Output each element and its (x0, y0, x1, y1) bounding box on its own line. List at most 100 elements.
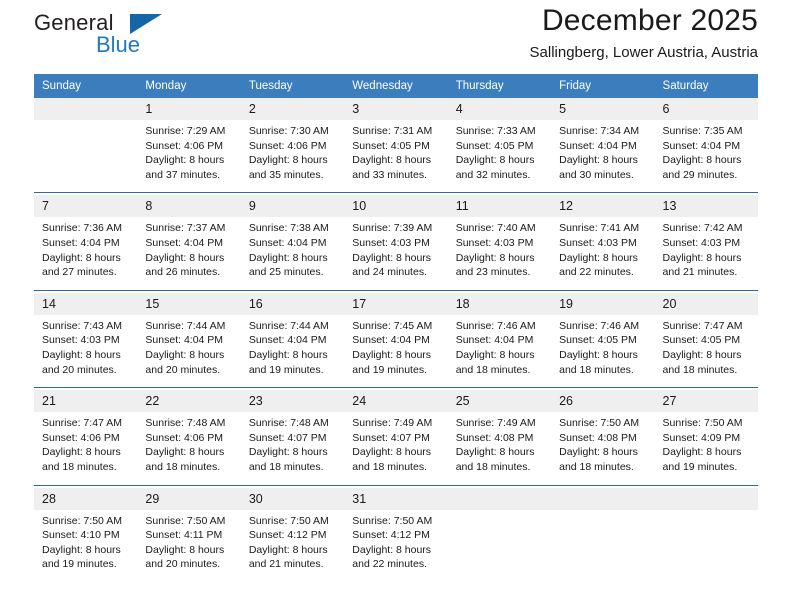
day-cell-4[interactable]: Sunrise: 7:33 AM Sunset: 4:05 PM Daylight:… (447, 120, 552, 193)
day-cell-10[interactable]: Sunrise: 7:39 AM Sunset: 4:03 PM Daylight:… (344, 217, 448, 291)
day-number-11: 11 (447, 195, 552, 218)
day-cell-17[interactable]: Sunrise: 7:45 AM Sunset: 4:04 PM Daylight:… (344, 314, 448, 388)
day-detail-row: Sunrise: 7:36 AM Sunset: 4:04 PM Daylight:… (34, 217, 758, 291)
day-cell-30[interactable]: Sunrise: 7:50 AM Sunset: 4:12 PM Daylight:… (240, 509, 345, 582)
day-info-line: and 32 minutes. (455, 168, 531, 181)
day-cell-5[interactable]: Sunrise: 7:34 AM Sunset: 4:04 PM Daylight:… (551, 120, 655, 193)
day-cell-7[interactable]: Sunrise: 7:36 AM Sunset: 4:04 PM Daylight:… (34, 217, 138, 291)
day-number-13: 13 (654, 195, 758, 218)
day-info-line: Daylight: 8 hours (42, 446, 121, 459)
day-info-line: Sunset: 4:04 PM (248, 236, 327, 249)
calendar-table: Sunday Monday Tuesday Wednesday Thursday Frid… (34, 74, 758, 582)
day-info-line: Sunrise: 7:38 AM (248, 222, 329, 235)
day-info-line: Sunrise: 7:48 AM (145, 417, 226, 430)
day-info-line: Sunrise: 7:37 AM (145, 222, 226, 235)
day-cell-14[interactable]: Sunrise: 7:43 AM Sunset: 4:03 PM Daylight:… (34, 314, 138, 388)
day-info-line: Sunrise: 7:46 AM (559, 319, 640, 332)
day-info-line: Sunset: 4:06 PM (145, 139, 224, 152)
day-info-line: Daylight: 8 hours (559, 446, 638, 459)
day-cell-6[interactable]: Sunrise: 7:35 AM Sunset: 4:04 PM Daylight:… (654, 120, 758, 193)
day-info-line: Sunrise: 7:35 AM (662, 125, 743, 137)
day-info-line: Sunset: 4:03 PM (42, 334, 120, 347)
triangle-icon (130, 14, 162, 34)
day-info-line: Sunset: 4:10 PM (42, 529, 120, 542)
day-cell-23[interactable]: Sunrise: 7:48 AM Sunset: 4:07 PM Daylight:… (240, 412, 345, 485)
day-cell-22[interactable]: Sunrise: 7:48 AM Sunset: 4:06 PM Daylight:… (137, 412, 241, 485)
day-info-line: and 26 minutes. (145, 266, 221, 279)
general-blue-logo[interactable]: General Blue (34, 6, 214, 64)
day-cell-16[interactable]: Sunrise: 7:44 AM Sunset: 4:04 PM Daylight:… (240, 314, 345, 388)
day-info-line: Sunset: 4:05 PM (559, 334, 637, 347)
day-info-line: and 22 minutes. (559, 266, 634, 279)
day-cell-9[interactable]: Sunrise: 7:38 AM Sunset: 4:04 PM Daylight:… (240, 217, 345, 291)
day-cell-28[interactable]: Sunrise: 7:50 AM Sunset: 4:10 PM Daylight:… (34, 509, 138, 582)
day-cell-31[interactable]: Sunrise: 7:50 AM Sunset: 4:12 PM Daylight:… (344, 509, 448, 582)
day-cell-26[interactable]: Sunrise: 7:50 AM Sunset: 4:08 PM Daylight:… (551, 412, 655, 485)
day-info-line: and 29 minutes. (662, 168, 738, 181)
day-info-line: Daylight: 8 hours (248, 543, 328, 556)
day-number-empty (34, 98, 138, 120)
day-number-1: 1 (137, 98, 241, 120)
day-info-line: Daylight: 8 hours (559, 348, 638, 361)
day-number-17: 17 (344, 292, 448, 315)
weekday-header-tuesday: Tuesday (240, 74, 345, 98)
day-number-empty (551, 487, 655, 510)
day-cell-25[interactable]: Sunrise: 7:49 AM Sunset: 4:08 PM Daylight:… (447, 412, 552, 485)
day-cell-empty (654, 509, 758, 582)
day-cell-20[interactable]: Sunrise: 7:47 AM Sunset: 4:05 PM Daylight:… (654, 314, 758, 388)
day-cell-3[interactable]: Sunrise: 7:31 AM Sunset: 4:05 PM Daylight:… (344, 120, 448, 193)
day-info-line: Sunrise: 7:42 AM (662, 222, 743, 235)
day-number-empty (447, 487, 552, 510)
day-info-line: Sunset: 4:09 PM (662, 431, 741, 444)
day-cell-24[interactable]: Sunrise: 7:49 AM Sunset: 4:07 PM Daylight:… (344, 412, 448, 485)
day-number-16: 16 (240, 292, 345, 315)
day-cell-13[interactable]: Sunrise: 7:42 AM Sunset: 4:03 PM Daylight:… (654, 217, 758, 291)
day-cell-15[interactable]: Sunrise: 7:44 AM Sunset: 4:04 PM Daylight:… (137, 314, 241, 388)
day-info-line: Sunrise: 7:50 AM (145, 514, 226, 527)
day-info-line: Sunset: 4:04 PM (248, 334, 327, 347)
day-cell-empty (34, 120, 138, 193)
day-info-line: Sunset: 4:06 PM (145, 431, 224, 444)
day-cell-19[interactable]: Sunrise: 7:46 AM Sunset: 4:05 PM Daylight:… (551, 314, 655, 388)
day-info-line: Sunset: 4:08 PM (559, 431, 637, 444)
day-cell-2[interactable]: Sunrise: 7:30 AM Sunset: 4:06 PM Daylight:… (240, 120, 345, 193)
day-info-line: Daylight: 8 hours (455, 348, 535, 361)
day-info-line: Daylight: 8 hours (352, 251, 432, 264)
day-info-line: Sunrise: 7:40 AM (455, 222, 536, 235)
day-cell-21[interactable]: Sunrise: 7:47 AM Sunset: 4:06 PM Daylight:… (34, 412, 138, 485)
day-info-line: and 18 minutes. (662, 363, 738, 376)
day-cell-empty (551, 509, 655, 582)
day-number-14: 14 (34, 292, 138, 315)
day-info-line: Daylight: 8 hours (352, 154, 432, 167)
day-info-line: Sunrise: 7:50 AM (248, 514, 329, 527)
day-cell-12[interactable]: Sunrise: 7:41 AM Sunset: 4:03 PM Daylight:… (551, 217, 655, 291)
day-info-line: Sunrise: 7:50 AM (559, 417, 640, 430)
day-number-18: 18 (447, 292, 552, 315)
day-detail-row: Sunrise: 7:29 AM Sunset: 4:06 PM Daylight:… (34, 120, 758, 193)
day-info-line: Daylight: 8 hours (352, 348, 432, 361)
day-info-line: and 37 minutes. (145, 168, 221, 181)
day-cell-8[interactable]: Sunrise: 7:37 AM Sunset: 4:04 PM Daylight:… (137, 217, 241, 291)
day-detail-row: Sunrise: 7:47 AM Sunset: 4:06 PM Daylight:… (34, 412, 758, 485)
day-cell-29[interactable]: Sunrise: 7:50 AM Sunset: 4:11 PM Daylight:… (137, 509, 241, 582)
day-cell-11[interactable]: Sunrise: 7:40 AM Sunset: 4:03 PM Daylight:… (447, 217, 552, 291)
day-number-10: 10 (344, 195, 448, 218)
day-info-line: and 19 minutes. (662, 460, 738, 473)
day-info-line: Daylight: 8 hours (248, 348, 328, 361)
day-info-line: Daylight: 8 hours (42, 348, 121, 361)
weekday-header-sunday: Sunday (34, 74, 138, 98)
day-number-7: 7 (34, 195, 138, 218)
day-info-line: Daylight: 8 hours (248, 154, 328, 167)
day-number-row: 21 22 23 24 25 26 27 (34, 390, 758, 413)
day-info-line: Daylight: 8 hours (455, 251, 535, 264)
day-info-line: Sunset: 4:06 PM (248, 139, 327, 152)
day-cell-1[interactable]: Sunrise: 7:29 AM Sunset: 4:06 PM Daylight:… (137, 120, 241, 193)
day-cell-27[interactable]: Sunrise: 7:50 AM Sunset: 4:09 PM Daylight:… (654, 412, 758, 485)
day-info-line: and 18 minutes. (42, 460, 117, 473)
day-number-25: 25 (447, 390, 552, 413)
day-cell-18[interactable]: Sunrise: 7:46 AM Sunset: 4:04 PM Daylight:… (447, 314, 552, 388)
page-subtitle: Sallingberg, Lower Austria, Austria (529, 44, 758, 61)
day-info-line: Sunset: 4:06 PM (42, 431, 120, 444)
day-info-line: Sunrise: 7:39 AM (352, 222, 433, 235)
day-info-line: Sunset: 4:07 PM (352, 431, 430, 444)
